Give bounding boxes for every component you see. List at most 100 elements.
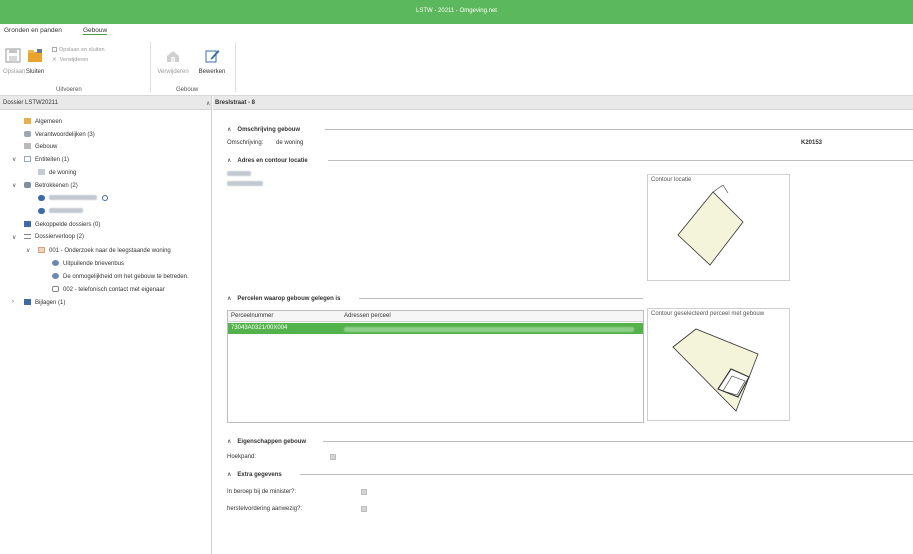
contour-parcel-map[interactable]: [648, 309, 789, 420]
save-close-button[interactable]: Opslaan en sluiten: [52, 47, 105, 53]
redacted-name: [49, 208, 83, 213]
observation-icon: [52, 273, 59, 279]
tree-label: de woning: [49, 170, 77, 176]
edit-button[interactable]: Bewerken: [194, 48, 230, 75]
column-header[interactable]: Adressen perceel: [344, 313, 391, 319]
chevron-down-icon[interactable]: ∨: [26, 247, 30, 254]
edit-label: Bewerken: [198, 69, 226, 75]
tree-label: Uitpuilende brievenbus: [63, 261, 125, 267]
restore-checkbox[interactable]: [361, 506, 367, 512]
table-row[interactable]: 73043A0321/00X004: [228, 323, 643, 334]
parcels-table[interactable]: Perceelnummer Adressen perceel 73043A032…: [227, 310, 644, 423]
save-close-label: Opslaan en sluiten: [59, 47, 105, 53]
section-extra[interactable]: ∧ Extra gegevens: [227, 471, 282, 478]
contour-location-map[interactable]: [648, 175, 789, 280]
tree-item-attachments[interactable]: › Bijlagen (1): [12, 299, 65, 306]
table-header: Perceelnummer Adressen perceel: [228, 311, 643, 322]
section-title: Extra gegevens: [237, 472, 282, 478]
tree-label: 002 - telefonisch contact met eigenaar: [63, 287, 165, 293]
save-button[interactable]: Opslaan: [3, 48, 25, 75]
involved-icon: [24, 182, 31, 188]
person-icon: [38, 208, 45, 214]
tree-item-unable[interactable]: De onmogelijkheid om het gebouw te betre…: [52, 273, 189, 280]
group-label-uitvoeren: Uitvoeren: [56, 87, 82, 93]
tab-gronden-en-panden[interactable]: Gronden en panden: [4, 27, 62, 34]
delete-button[interactable]: Verwijderen: [155, 48, 191, 75]
chevron-up-icon[interactable]: ∧: [227, 439, 231, 445]
close-folder-icon: [28, 49, 42, 62]
chevron-up-icon[interactable]: ∧: [227, 127, 231, 133]
tree-item-linked[interactable]: Gekoppelde dossiers (0): [24, 221, 100, 228]
observation-icon: [52, 260, 59, 266]
tab-gebouw[interactable]: Gebouw: [83, 27, 108, 35]
section-properties[interactable]: ∧ Eigenschappen gebouw: [227, 438, 306, 445]
tree-item-mailbox[interactable]: Uitpuilende brievenbus: [52, 260, 124, 267]
location-polygon: [677, 191, 744, 266]
tree-label: Gebouw: [35, 144, 58, 150]
section-description[interactable]: ∧ Omschrijving gebouw: [227, 126, 300, 133]
title-bar: LSTW - 20211 - Omgeving.net: [0, 0, 913, 24]
chevron-up-icon[interactable]: ∧: [227, 158, 231, 164]
chevron-down-icon[interactable]: ∨: [12, 156, 16, 163]
parcel-polygon: [672, 328, 759, 412]
tree-item-person[interactable]: [38, 195, 108, 202]
redacted-text: [227, 171, 251, 176]
entity-icon: [24, 156, 31, 162]
column-header[interactable]: Perceelnummer: [231, 313, 273, 319]
chevron-up-icon[interactable]: ∧: [227, 472, 231, 478]
tree-item-entities[interactable]: ∨ Entiteiten (1): [12, 156, 70, 163]
address-header: Breslstraat - 8: [213, 96, 913, 110]
delete-x-icon: ✕: [52, 57, 57, 63]
tree-item-general[interactable]: Algemeen: [24, 118, 62, 125]
info-circle-icon: [101, 195, 108, 201]
appeal-checkbox[interactable]: [361, 489, 367, 495]
group-separator: [235, 42, 236, 92]
tree-label: Verantwoordelijken (3): [35, 132, 95, 138]
chevron-up-icon[interactable]: ∧: [227, 296, 231, 302]
appeal-label: In beroep bij de minister?:: [227, 489, 297, 495]
building-icon: [24, 143, 31, 149]
chevron-down-icon[interactable]: ∨: [12, 182, 16, 189]
group-label-gebouw: Gebouw: [176, 87, 199, 93]
edit-icon: [205, 50, 220, 63]
collapse-chevron-icon[interactable]: ∧: [206, 100, 210, 107]
group-separator: [150, 42, 151, 92]
tree-item-building[interactable]: Gebouw: [24, 143, 57, 150]
section-divider: [323, 441, 913, 442]
redacted-address: [227, 171, 251, 178]
section-divider: [328, 160, 913, 161]
contour-location-panel: Contour locatie: [647, 174, 790, 281]
tree-item-involved[interactable]: ∨ Betrokkenen (2): [12, 182, 78, 189]
dwelling-icon: [38, 169, 45, 175]
section-parcels[interactable]: ∧ Percelen waarop gebouw gelegen is: [227, 295, 340, 302]
dossier-header: Dossier LSTW20211: [0, 96, 211, 110]
tree-item-dwelling[interactable]: de woning: [38, 169, 76, 176]
tree-item-responsible[interactable]: Verantwoordelijken (3): [24, 131, 95, 138]
ribbon-tabs: Gronden en panden Gebouw: [0, 24, 913, 38]
section-address[interactable]: ∧ Adres en contour locatie: [227, 157, 308, 164]
building-detail: Breslstraat - 8 ∧ Omschrijving gebouw Oms…: [213, 96, 913, 554]
corner-checkbox[interactable]: [330, 454, 336, 460]
tree-item-case-002[interactable]: 002 - telefonisch contact met eigenaar: [52, 286, 165, 293]
description-label: Omschrijving:: [227, 140, 264, 146]
section-divider: [300, 474, 913, 475]
tree-label: Algemeen: [35, 119, 63, 125]
building-code: K20153: [801, 140, 823, 146]
tree-item-process[interactable]: ∨ Dossierverloop (2): [12, 234, 84, 241]
close-button[interactable]: Sluiten: [24, 48, 46, 75]
chevron-down-icon[interactable]: ∨: [12, 234, 16, 241]
tree-item-person[interactable]: [38, 208, 83, 215]
section-title: Omschrijving gebouw: [237, 127, 301, 133]
folder-icon: [24, 118, 31, 124]
tree-item-case-001[interactable]: ∨ 001 - Onderzoek naar de leegstaande wo…: [26, 247, 171, 254]
corner-label: Hoekpand:: [227, 454, 257, 460]
window-title: LSTW - 20211 - Omgeving.net: [416, 8, 497, 14]
redacted-address: [227, 181, 263, 188]
delete-label: Verwijderen: [157, 69, 189, 75]
attachment-icon: [24, 299, 31, 305]
delete-small-button[interactable]: ✕ Verwijderen: [52, 57, 88, 63]
section-divider: [359, 298, 643, 299]
chevron-right-icon[interactable]: ›: [12, 299, 14, 305]
section-title: Percelen waarop gebouw gelegen is: [237, 296, 341, 302]
tree-label: Entiteiten (1): [35, 157, 70, 163]
